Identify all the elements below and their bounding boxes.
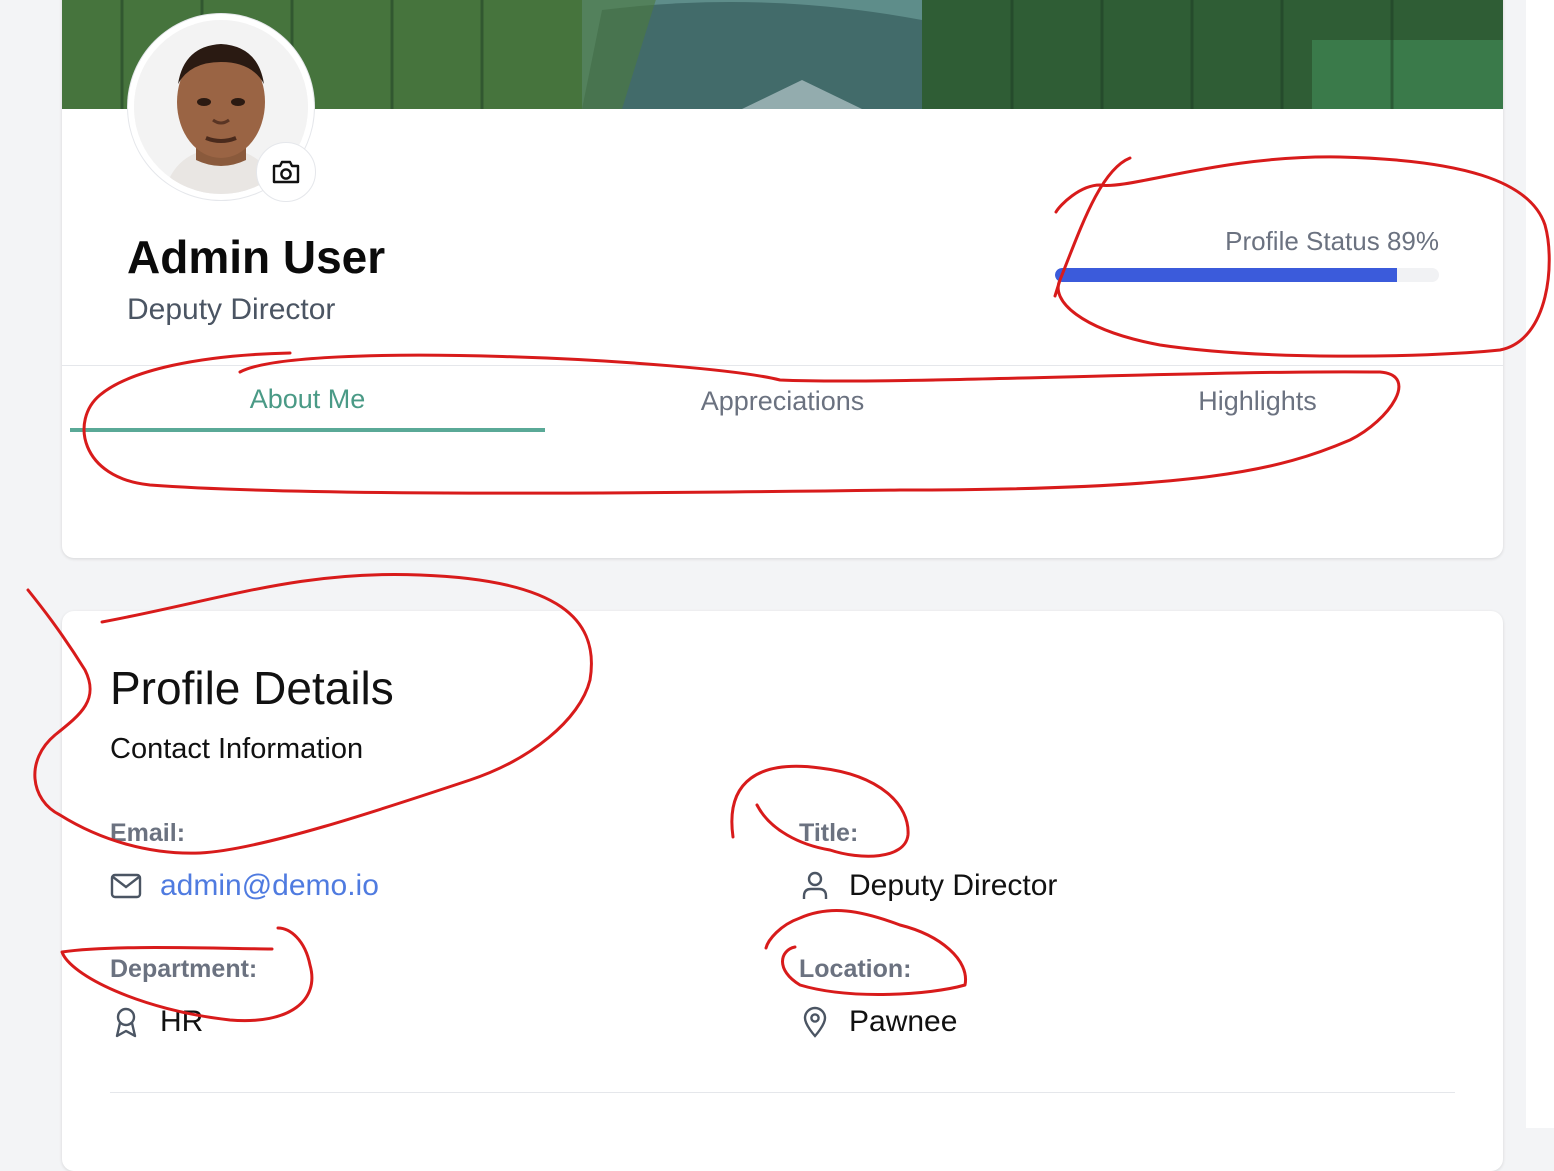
title-label: Title: (799, 819, 859, 847)
department-value: HR (160, 1005, 204, 1038)
mail-icon (110, 870, 142, 902)
map-pin-icon (799, 1006, 831, 1038)
contact-information-heading: Contact Information (110, 733, 364, 765)
camera-icon (270, 156, 302, 188)
change-photo-button[interactable] (256, 142, 316, 202)
tab-highlights[interactable]: Highlights (1020, 366, 1495, 452)
email-link[interactable]: admin@demo.io (160, 868, 379, 904)
location-field: Pawnee (799, 1004, 957, 1040)
details-divider (110, 1092, 1455, 1093)
profile-status-label: Profile Status 89% (1225, 226, 1439, 256)
profile-tabs: About Me Appreciations Highlights (70, 366, 1495, 452)
tab-about-me[interactable]: About Me (70, 366, 545, 452)
location-value: Pawnee (849, 1005, 958, 1038)
department-field: HR (110, 1004, 203, 1040)
profile-status-progress (1055, 268, 1439, 282)
profile-status-progress-fill (1055, 268, 1397, 282)
award-icon (110, 1006, 142, 1038)
profile-details-card: Profile Details Contact Information Emai… (62, 611, 1503, 1171)
page-scroll-edge (1526, 0, 1554, 1128)
department-label: Department: (110, 955, 258, 983)
profile-details-title: Profile Details (110, 662, 394, 714)
user-name: Admin User (127, 231, 386, 283)
title-value: Deputy Director (849, 869, 1058, 902)
tab-appreciations[interactable]: Appreciations (545, 366, 1020, 452)
email-label: Email: (110, 819, 186, 847)
location-label: Location: (799, 955, 912, 983)
email-field: admin@demo.io (110, 868, 379, 904)
user-icon (799, 870, 831, 902)
profile-header-card: Admin User Deputy Director Profile Statu… (62, 0, 1503, 558)
title-field: Deputy Director (799, 868, 1057, 904)
user-role: Deputy Director (127, 293, 336, 326)
